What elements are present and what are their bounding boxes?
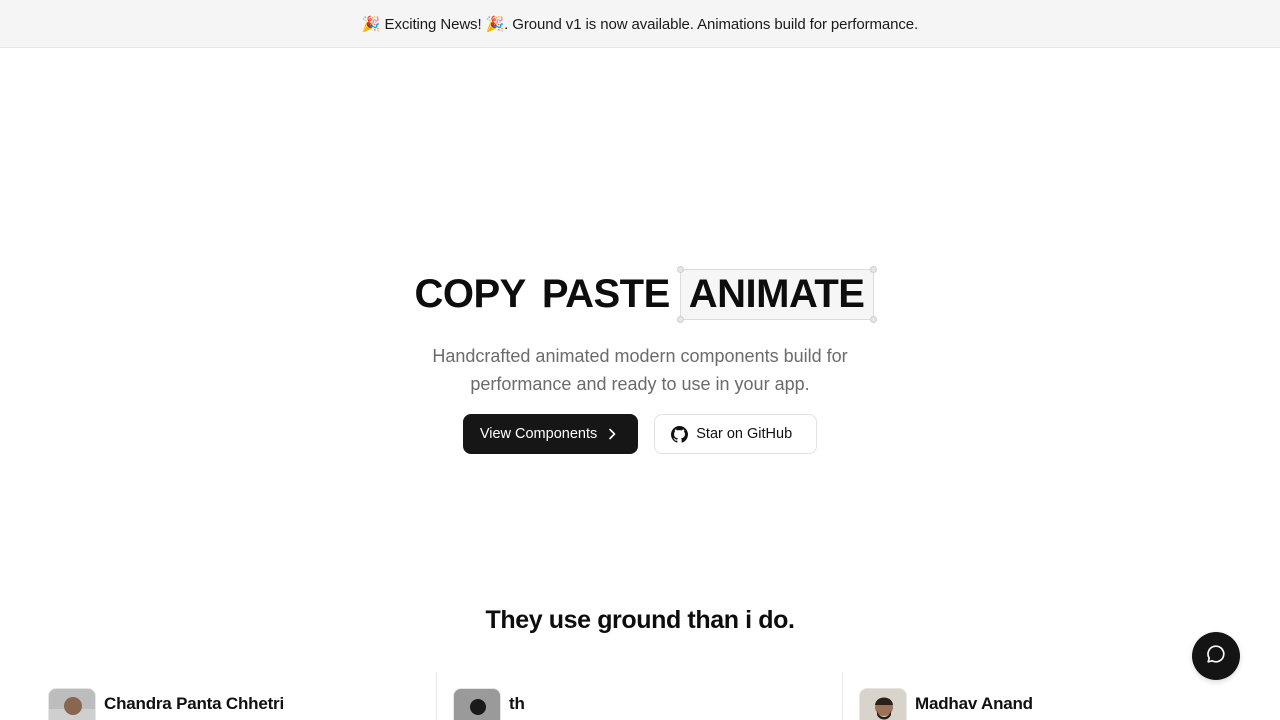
testimonials-title: They use ground than i do. xyxy=(485,606,795,634)
avatar xyxy=(453,688,501,720)
selection-handle xyxy=(869,265,877,273)
headline-word-paste: PASTE xyxy=(541,271,670,316)
hero-section: COPY PASTE ANIMATE Handcrafted animated … xyxy=(0,265,1280,454)
announcement-text: 🎉 Exciting News! 🎉. Ground v1 is now ava… xyxy=(361,15,919,33)
avatar xyxy=(859,688,907,720)
person-name: Madhav Anand xyxy=(915,694,1033,713)
hero-actions: View Components Star on GitHub xyxy=(0,414,1280,454)
view-components-label: View Components xyxy=(479,426,598,442)
star-on-github-button[interactable]: Star on GitHub xyxy=(654,414,818,454)
person-name: th xyxy=(509,694,525,713)
person-name: Chandra Panta Chhetri xyxy=(104,694,284,713)
selection-handle xyxy=(676,265,684,273)
selection-handle xyxy=(676,315,684,323)
testimonial-card: th xyxy=(453,688,525,720)
testimonials-section: Chandra Panta Chhetri th Madhav Anand xyxy=(0,672,1280,720)
star-on-github-label: Star on GitHub xyxy=(696,426,793,442)
hero-subtitle: Handcrafted animated modern components b… xyxy=(432,346,848,394)
headline-word-animate: ANIMATE xyxy=(676,265,877,323)
headline-word-copy: COPY xyxy=(414,271,527,316)
announcement-bar: 🎉 Exciting News! 🎉. Ground v1 is now ava… xyxy=(0,0,1280,48)
hero-headline: COPY PASTE ANIMATE xyxy=(0,265,1280,323)
selection-handle xyxy=(869,315,877,323)
headline-word-animate-text: ANIMATE xyxy=(688,271,865,316)
column-divider xyxy=(436,672,437,720)
testimonial-card: Chandra Panta Chhetri xyxy=(48,688,284,720)
chevron-right-icon xyxy=(605,427,619,441)
testimonial-card: Madhav Anand xyxy=(859,688,1033,720)
chat-button[interactable] xyxy=(1192,632,1240,680)
avatar xyxy=(48,688,96,720)
chat-bubble-icon xyxy=(1205,643,1227,670)
column-divider xyxy=(842,672,843,720)
github-icon xyxy=(671,425,689,443)
view-components-button[interactable]: View Components xyxy=(462,414,639,454)
